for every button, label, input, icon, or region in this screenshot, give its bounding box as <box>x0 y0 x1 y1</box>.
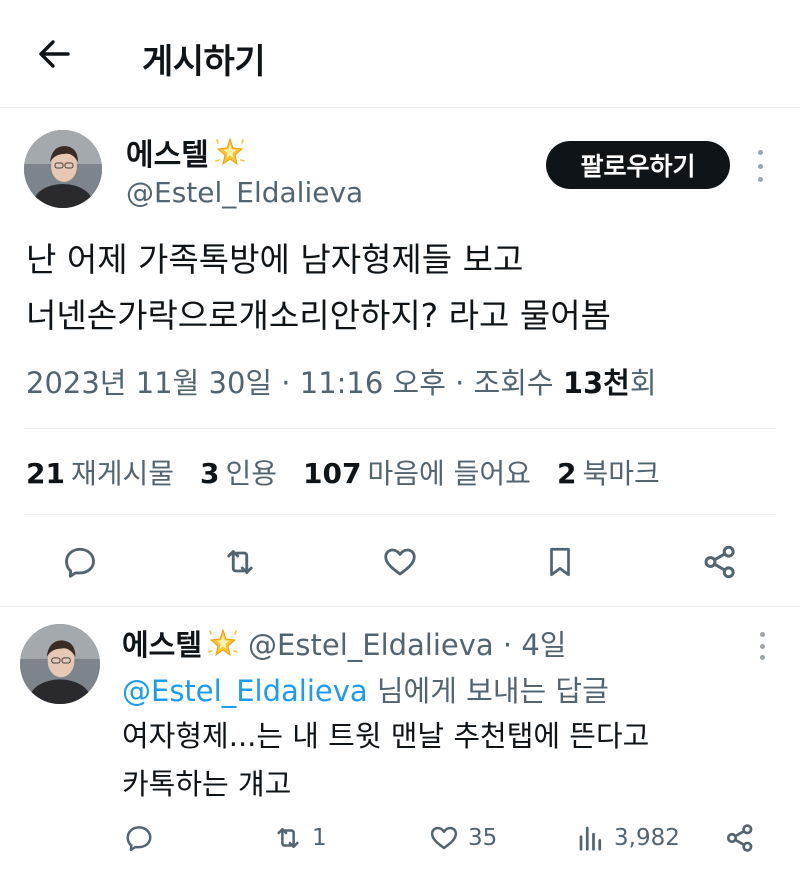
tweet-timestamp[interactable]: 2023년 11월 30일 · 11:16 오후 · 조회수 <box>26 366 563 400</box>
stat-likes[interactable]: 107 마음에 들어요 <box>303 452 531 492</box>
reply-like-count: 35 <box>468 825 498 851</box>
stat-quotes[interactable]: 3 인용 <box>200 452 277 492</box>
back-button[interactable] <box>30 30 78 78</box>
bar-chart-icon <box>579 826 602 851</box>
replying-to-suffix: 님에게 보내는 답글 <box>367 674 609 708</box>
reply-view-count: 3,982 <box>614 825 680 851</box>
tweet-text: 난 어제 가족톡방에 남자형제들 보고 너넨손가락으로개소리안하지? 라고 물어… <box>26 232 611 344</box>
replying-to: @Estel_Eldalieva 님에게 보내는 답글 <box>122 668 609 710</box>
glowing-star-emoji <box>215 137 245 166</box>
glowing-star-emoji <box>208 628 238 657</box>
reply-share-button[interactable] <box>724 818 756 858</box>
share-button[interactable] <box>696 538 744 586</box>
reply-text-line: 여자형제...는 내 트윗 맨날 추천탭에 뜬다고 <box>122 719 650 753</box>
tweet-meta: 2023년 11월 30일 · 11:16 오후 · 조회수 13천회 <box>26 360 657 402</box>
reply-action-bar: 1 35 3,982 <box>0 818 800 858</box>
retweet-button[interactable] <box>216 538 264 586</box>
stat-reposts[interactable]: 21 재게시물 <box>26 452 174 492</box>
retweet-icon <box>277 828 299 848</box>
bookmark-button[interactable] <box>536 538 584 586</box>
reply-text-line: 카톡하는 걔고 <box>122 767 292 801</box>
author-handle[interactable]: @Estel_Eldalieva <box>126 176 363 209</box>
mention-link[interactable]: @Estel_Eldalieva <box>122 674 368 708</box>
avatar[interactable] <box>24 130 102 208</box>
reply-text: 여자형제...는 내 트윗 맨날 추천탭에 뜬다고 카톡하는 걔고 <box>122 712 649 808</box>
more-vertical-icon[interactable] <box>752 632 772 660</box>
reply-icon <box>65 547 95 578</box>
more-vertical-icon[interactable] <box>748 150 772 182</box>
page-title: 게시하기 <box>142 42 266 82</box>
author-name[interactable]: 에스텔 <box>126 130 247 174</box>
reply-author-handle[interactable]: @Estel_Eldalieva · 4일 <box>248 622 566 664</box>
reply-header: 에스텔 @Estel_Eldalieva · 4일 <box>122 622 566 664</box>
share-icon <box>726 824 753 852</box>
reply-reply-button[interactable] <box>124 818 154 858</box>
reply-retweet-count: 1 <box>312 825 327 851</box>
divider <box>24 428 776 429</box>
top-bar: 게시하기 <box>0 0 800 108</box>
reply-icon <box>126 826 152 852</box>
tweet-text-line: 난 어제 가족톡방에 남자형제들 보고 <box>26 240 524 279</box>
retweet-icon <box>227 550 253 574</box>
tweet-stats: 21 재게시물 3 인용 107 마음에 들어요 2 북마크 <box>26 452 660 492</box>
bookmark-icon <box>550 547 570 577</box>
heart-icon <box>430 826 458 850</box>
follow-button[interactable]: 팔로우하기 <box>546 141 730 189</box>
reply-author-name[interactable]: 에스텔 <box>122 622 202 664</box>
heart-icon <box>384 548 416 576</box>
author-name-text: 에스텔 <box>126 138 209 173</box>
reply-avatar[interactable] <box>20 624 100 704</box>
tweet-text-line: 너넨손가락으로개소리안하지? 라고 물어봄 <box>26 296 611 335</box>
reply-like-button[interactable]: 35 <box>428 818 497 858</box>
arrow-left-icon <box>39 40 70 68</box>
reply-retweet-button[interactable]: 1 <box>272 818 327 858</box>
reply-views-button[interactable]: 3,982 <box>576 818 680 858</box>
like-button[interactable] <box>376 538 424 586</box>
share-icon <box>704 545 735 579</box>
view-count: 13천 <box>562 366 630 400</box>
section-divider <box>0 606 800 607</box>
reply-button[interactable] <box>56 538 104 586</box>
divider <box>24 514 776 515</box>
view-count-suffix: 회 <box>629 366 657 400</box>
stat-bookmarks[interactable]: 2 북마크 <box>557 452 660 492</box>
tweet-action-bar <box>0 538 800 586</box>
